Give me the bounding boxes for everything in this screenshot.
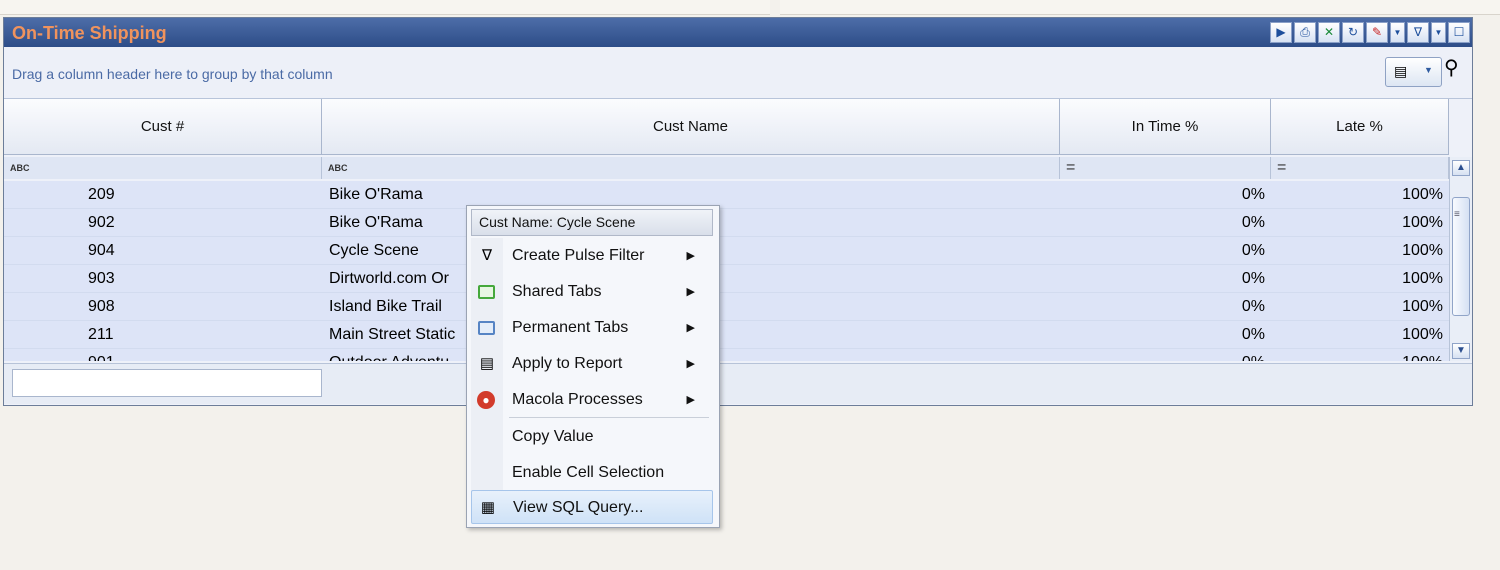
cell-cust-name[interactable]: Bike O'Rama	[322, 181, 1060, 208]
menu-item-macola-processes[interactable]: ● Macola Processes ▶	[471, 383, 713, 417]
cell-late[interactable]: 100%	[1271, 209, 1449, 236]
menu-separator	[509, 417, 709, 418]
shared-tab-icon	[477, 283, 497, 301]
column-header-in-time[interactable]: In Time %	[1060, 99, 1271, 155]
cell-late[interactable]: 100%	[1271, 321, 1449, 348]
grid-icon: ▤	[1394, 63, 1408, 79]
menu-item-apply-to-report[interactable]: ▤ Apply to Report ▶	[471, 347, 713, 381]
filter-cust-num[interactable]: ABC	[4, 157, 322, 179]
equals-filter-icon: =	[1066, 159, 1076, 176]
text-filter-icon: ABC	[10, 163, 30, 173]
report-icon: ▤	[479, 355, 495, 372]
column-header-row: Cust # Cust Name In Time % Late %	[4, 99, 1449, 155]
filter-icon: ∇	[481, 247, 493, 264]
equals-filter-icon: =	[1277, 159, 1287, 176]
cell-cust-num[interactable]: 908	[4, 293, 322, 320]
grid-body: 209 Bike O'Rama 0% 100% 902 Bike O'Rama …	[4, 181, 1449, 361]
maximize-icon[interactable]: ☐	[1448, 22, 1470, 43]
chevron-down-icon: ▼	[1424, 65, 1433, 75]
table-row[interactable]: 908 Island Bike Trail 0% 100%	[4, 293, 1449, 321]
table-row[interactable]: 901 Outdoor Adventu 0% 100%	[4, 349, 1449, 361]
permanent-tab-icon	[477, 319, 497, 337]
submenu-arrow-icon: ▶	[686, 250, 695, 262]
dropdown-arrow-icon[interactable]: ▼	[1390, 22, 1405, 43]
print-icon[interactable]: ⎙	[1294, 22, 1316, 43]
column-header-cust-name[interactable]: Cust Name	[322, 99, 1060, 155]
footer-summary-field[interactable]	[12, 369, 322, 397]
cell-in-time[interactable]: 0%	[1060, 293, 1271, 320]
cell-late[interactable]: 100%	[1271, 293, 1449, 320]
submenu-arrow-icon: ▶	[686, 394, 695, 406]
top-strip	[0, 0, 1500, 15]
table-icon: ▦	[480, 499, 496, 516]
menu-item-shared-tabs[interactable]: Shared Tabs ▶	[471, 275, 713, 309]
cell-cust-num[interactable]: 903	[4, 265, 322, 292]
menu-item-create-pulse-filter[interactable]: ∇ Create Pulse Filter ▶	[471, 239, 713, 273]
filter-in-time[interactable]: =	[1060, 157, 1271, 179]
column-header-late[interactable]: Late %	[1271, 99, 1449, 155]
filter-late[interactable]: =	[1271, 157, 1449, 179]
table-row[interactable]: 903 Dirtworld.com Or 0% 100%	[4, 265, 1449, 293]
menu-item-enable-cell-selection[interactable]: Enable Cell Selection	[471, 456, 713, 490]
menu-item-copy-value[interactable]: Copy Value	[471, 420, 713, 454]
table-row[interactable]: 904 Cycle Scene 0% 100%	[4, 237, 1449, 265]
cell-late[interactable]: 100%	[1271, 265, 1449, 292]
preview-icon[interactable]: ▶	[1270, 22, 1292, 43]
submenu-arrow-icon: ▶	[686, 322, 695, 334]
cell-late[interactable]: 100%	[1271, 237, 1449, 264]
grip-icon: ≡	[1454, 209, 1460, 220]
group-by-hint: Drag a column header here to group by th…	[12, 66, 333, 82]
on-time-shipping-panel: On-Time Shipping ▶ ⎙ ✕ ↻ ✎ ▼ ∇ ▼ ☐ Drag …	[3, 17, 1473, 406]
table-row[interactable]: 902 Bike O'Rama 0% 100%	[4, 209, 1449, 237]
cell-cust-num[interactable]: 209	[4, 181, 322, 208]
refresh-icon[interactable]: ↻	[1342, 22, 1364, 43]
search-icon[interactable]: ⚲	[1444, 55, 1459, 80]
cell-late[interactable]: 100%	[1271, 349, 1449, 361]
menu-item-view-sql-query[interactable]: ▦ View SQL Query...	[471, 490, 713, 524]
scroll-down-icon[interactable]: ▼	[1452, 343, 1470, 359]
filter-row: ABC ABC = =	[4, 157, 1449, 179]
globe-icon: ●	[477, 391, 497, 409]
cell-in-time[interactable]: 0%	[1060, 181, 1271, 208]
filter-icon[interactable]: ∇	[1407, 22, 1429, 43]
wrench-icon[interactable]: ✎	[1366, 22, 1388, 43]
cell-in-time[interactable]: 0%	[1060, 349, 1271, 361]
filter-cust-name[interactable]: ABC	[322, 157, 1060, 179]
column-chooser-button[interactable]: ▤ ▼	[1385, 57, 1442, 87]
cell-late[interactable]: 100%	[1271, 181, 1449, 208]
grid-footer	[4, 363, 1472, 404]
panel-toolbar: ▶ ⎙ ✕ ↻ ✎ ▼ ∇ ▼ ☐	[1270, 22, 1470, 43]
text-filter-icon: ABC	[328, 163, 348, 173]
cell-in-time[interactable]: 0%	[1060, 237, 1271, 264]
cell-cust-num[interactable]: 902	[4, 209, 322, 236]
dropdown-arrow-icon[interactable]: ▼	[1431, 22, 1446, 43]
cell-cust-num[interactable]: 901	[4, 349, 322, 361]
submenu-arrow-icon: ▶	[686, 358, 695, 370]
panel-titlebar: On-Time Shipping ▶ ⎙ ✕ ↻ ✎ ▼ ∇ ▼ ☐	[4, 18, 1472, 47]
cell-cust-num[interactable]: 904	[4, 237, 322, 264]
submenu-arrow-icon: ▶	[686, 286, 695, 298]
context-menu-header: Cust Name: Cycle Scene	[471, 209, 713, 236]
context-menu: Cust Name: Cycle Scene ∇ Create Pulse Fi…	[466, 205, 720, 528]
column-header-cust-num[interactable]: Cust #	[4, 99, 322, 155]
table-row[interactable]: 209 Bike O'Rama 0% 100%	[4, 181, 1449, 209]
panel-title: On-Time Shipping	[12, 23, 167, 43]
scroll-up-icon[interactable]: ▲	[1452, 160, 1470, 176]
top-strip-left	[0, 0, 770, 15]
cell-cust-num[interactable]: 211	[4, 321, 322, 348]
excel-export-icon[interactable]: ✕	[1318, 22, 1340, 43]
table-row[interactable]: 211 Main Street Static 0% 100%	[4, 321, 1449, 349]
menu-item-permanent-tabs[interactable]: Permanent Tabs ▶	[471, 311, 713, 345]
cell-in-time[interactable]: 0%	[1060, 321, 1271, 348]
top-strip-right	[780, 0, 1500, 15]
cell-in-time[interactable]: 0%	[1060, 209, 1271, 236]
cell-in-time[interactable]: 0%	[1060, 265, 1271, 292]
vertical-scrollbar[interactable]: ▲ ≡ ▼	[1449, 157, 1472, 361]
group-by-bar[interactable]: Drag a column header here to group by th…	[4, 47, 1472, 99]
